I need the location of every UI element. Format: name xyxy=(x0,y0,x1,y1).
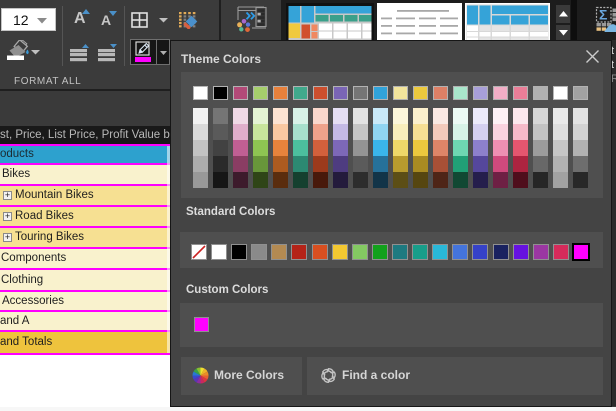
svg-text:Σ: Σ xyxy=(599,7,607,23)
